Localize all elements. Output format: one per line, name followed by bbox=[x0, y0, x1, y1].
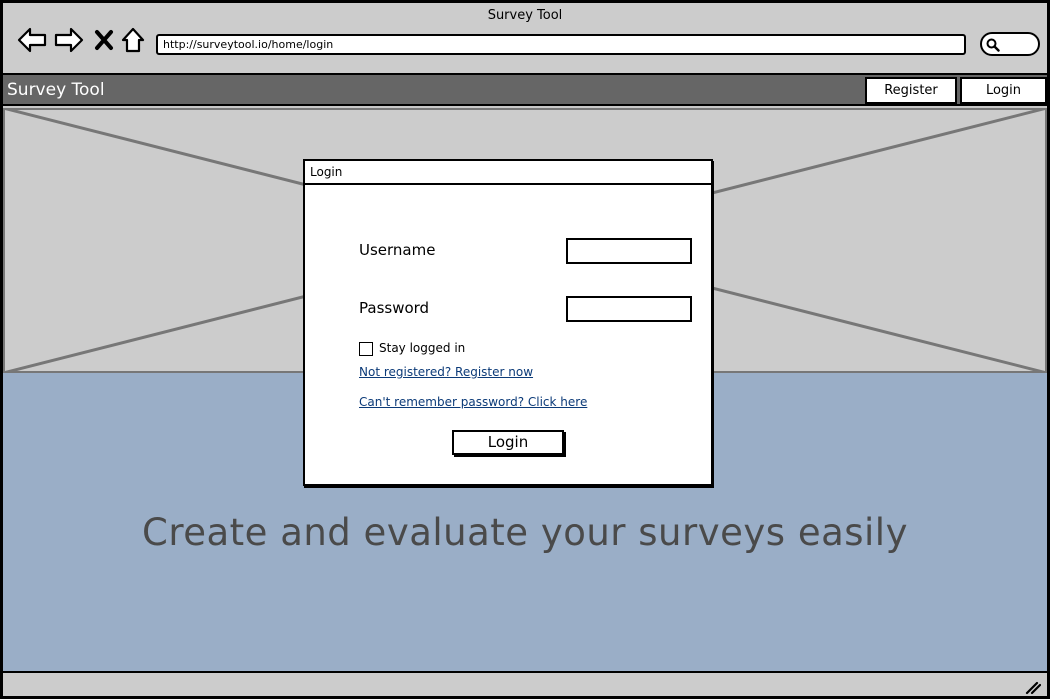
status-bar bbox=[3, 671, 1047, 696]
close-icon[interactable] bbox=[89, 25, 119, 55]
resize-grip-icon[interactable] bbox=[1025, 681, 1041, 695]
login-submit-button[interactable]: Login bbox=[452, 430, 564, 455]
app-header: Survey Tool Register Login bbox=[3, 73, 1047, 106]
browser-search-field[interactable] bbox=[980, 32, 1040, 56]
header-login-button[interactable]: Login bbox=[960, 77, 1047, 104]
register-button[interactable]: Register bbox=[865, 77, 957, 104]
address-bar[interactable]: http://surveytool.io/home/login bbox=[156, 34, 966, 55]
password-input[interactable] bbox=[566, 296, 692, 322]
password-label: Password bbox=[359, 299, 430, 317]
app-title: Survey Tool bbox=[7, 80, 105, 100]
dialog-title: Login bbox=[305, 161, 711, 185]
register-link[interactable]: Not registered? Register now bbox=[359, 365, 533, 379]
login-dialog: Login Username Password Stay logged in N… bbox=[303, 159, 713, 486]
browser-window: Survey Tool http://surveytool.io/home/lo… bbox=[0, 0, 1050, 699]
search-icon bbox=[986, 38, 1000, 52]
back-arrow-icon[interactable] bbox=[17, 25, 47, 55]
home-icon[interactable] bbox=[118, 25, 148, 55]
forward-arrow-icon[interactable] bbox=[54, 25, 84, 55]
stay-logged-in-label: Stay logged in bbox=[379, 341, 466, 355]
browser-chrome: Survey Tool http://surveytool.io/home/lo… bbox=[3, 3, 1047, 73]
username-label: Username bbox=[359, 241, 436, 259]
forgot-password-link[interactable]: Can't remember password? Click here bbox=[359, 395, 587, 409]
hero-tagline: Create and evaluate your surveys easily bbox=[141, 511, 908, 554]
window-title: Survey Tool bbox=[487, 8, 563, 23]
username-input[interactable] bbox=[566, 238, 692, 264]
stay-logged-in-checkbox[interactable] bbox=[359, 342, 373, 356]
